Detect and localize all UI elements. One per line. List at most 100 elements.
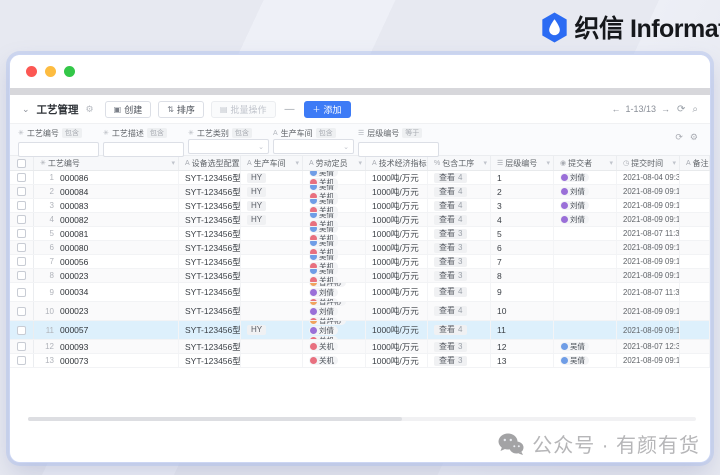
table-row[interactable]: 4000082 SYT-123456型车床 HY 吴倩关机 1000吨/万元 查… xyxy=(10,213,710,227)
cell-note[interactable] xyxy=(680,227,710,240)
cell-indicator[interactable]: 1000吨/万元 xyxy=(366,302,428,320)
cell-submitter[interactable] xyxy=(554,227,617,240)
filter-operator-badge[interactable]: 包含 xyxy=(231,128,252,138)
cell-device-config[interactable]: SYT-123456型车床 xyxy=(179,321,241,339)
cell-staff[interactable]: 曾烨彬刘倩关机 xyxy=(303,321,366,339)
cell-submit-time[interactable]: 2021-08-09 09:15:38 xyxy=(617,213,680,226)
row-checkbox[interactable] xyxy=(17,173,26,182)
column-header-submitter[interactable]: ◉ 提交者 ▾ xyxy=(554,156,617,170)
cell-submitter[interactable]: 刘倩 xyxy=(554,199,617,212)
row-checkbox[interactable] xyxy=(17,356,26,365)
column-menu-icon[interactable]: ▾ xyxy=(672,159,676,167)
select-all-checkbox[interactable] xyxy=(17,158,26,168)
cell-level[interactable]: 4 xyxy=(491,213,554,226)
view-procedures-button[interactable]: 查看 3 xyxy=(434,341,468,352)
cell-staff[interactable]: 吴倩 关机 xyxy=(303,171,366,184)
cell-level[interactable]: 3 xyxy=(491,199,554,212)
cell-level[interactable]: 12 xyxy=(491,340,554,353)
view-procedures-button[interactable]: 查看 3 xyxy=(434,242,468,253)
add-record-button[interactable]: ＋ 添加 xyxy=(303,100,351,118)
create-button[interactable]: ▣ 创建 xyxy=(104,100,152,118)
view-procedures-button[interactable]: 查看 4 xyxy=(434,214,468,225)
cell-procedures[interactable]: 查看 4 xyxy=(428,321,491,339)
cell-note[interactable] xyxy=(680,340,710,353)
view-settings-icon[interactable]: ⚙ xyxy=(86,104,94,115)
view-procedures-button[interactable]: 查看 4 xyxy=(434,200,468,211)
column-header-procedures[interactable]: % 包含工序 ▾ xyxy=(428,156,491,170)
cell-workshop[interactable]: HY xyxy=(241,185,303,198)
cell-device-config[interactable]: SYT-123456型车床 xyxy=(179,171,241,184)
cell-submitter[interactable]: 吴倩 xyxy=(554,340,617,353)
column-header-note[interactable]: A 备注 xyxy=(680,156,710,170)
scrollbar-thumb[interactable] xyxy=(28,417,403,421)
view-procedures-button[interactable]: 查看 3 xyxy=(434,270,468,281)
cell-procedures[interactable]: 查看 3 xyxy=(428,241,491,254)
collapse-view-icon[interactable]: ⌄ xyxy=(22,104,30,115)
cell-process-code[interactable]: 13 000073 xyxy=(34,354,179,367)
cell-submitter[interactable] xyxy=(554,255,617,268)
cell-level[interactable]: 1 xyxy=(491,171,554,184)
cell-submit-time[interactable]: 2021-08-04 09:32:15 xyxy=(617,171,680,184)
minimize-window-button[interactable] xyxy=(45,66,56,77)
cell-submit-time[interactable]: 2021-08-09 09:15:53 xyxy=(617,199,680,212)
cell-level[interactable]: 10 xyxy=(491,302,554,320)
cell-submitter[interactable] xyxy=(554,283,617,301)
refresh-icon[interactable]: ⟳ xyxy=(677,104,685,115)
sort-button[interactable]: ⇅ 排序 xyxy=(158,100,204,118)
cell-process-code[interactable]: 4 000082 xyxy=(34,213,179,226)
cell-submit-time[interactable]: 2021-08-09 09:15:38 xyxy=(617,321,680,339)
cell-process-code[interactable]: 11 000057 xyxy=(34,321,179,339)
cell-level[interactable]: 2 xyxy=(491,185,554,198)
cell-submitter[interactable] xyxy=(554,302,617,320)
filter-operator-badge[interactable]: 包含 xyxy=(146,128,167,138)
cell-indicator[interactable]: 1000吨/万元 xyxy=(366,185,428,198)
table-row[interactable]: 11000057 SYT-123456型车床 HY 曾烨彬刘倩关机 1000吨/… xyxy=(10,321,710,340)
search-icon[interactable]: ⌕ xyxy=(692,104,698,115)
view-procedures-button[interactable]: 查看 3 xyxy=(434,228,468,239)
view-procedures-button[interactable]: 查看 4 xyxy=(434,186,468,197)
cell-procedures[interactable]: 查看 4 xyxy=(428,302,491,320)
cell-procedures[interactable]: 查看 3 xyxy=(428,227,491,240)
cell-process-code[interactable]: 3 000083 xyxy=(34,199,179,212)
cell-note[interactable] xyxy=(680,269,710,282)
cell-note[interactable] xyxy=(680,302,710,320)
cell-submit-time[interactable]: 2021-08-09 09:15:54 xyxy=(617,302,680,320)
filter-settings-icon[interactable]: ⚙ xyxy=(690,132,698,143)
table-row[interactable]: 2000084 SYT-123456型车床 HY 吴倩关机 1000吨/万元 查… xyxy=(10,185,710,199)
row-checkbox[interactable] xyxy=(17,342,26,351)
cell-level[interactable]: 5 xyxy=(491,227,554,240)
column-menu-icon[interactable]: ▾ xyxy=(483,159,487,167)
cell-submitter[interactable] xyxy=(554,269,617,282)
cell-submit-time[interactable]: 2021-08-09 09:15:38 xyxy=(617,269,680,282)
cell-submit-time[interactable]: 2021-08-09 09:15:54 xyxy=(617,241,680,254)
filter-workshop-select[interactable]: ⌄ xyxy=(273,139,354,154)
cell-note[interactable] xyxy=(680,199,710,212)
row-checkbox[interactable] xyxy=(17,187,26,196)
column-header-level[interactable]: ☰ 层级编号 ▾ xyxy=(491,156,554,170)
cell-staff[interactable]: 吴倩 关机 xyxy=(303,213,366,226)
table-row[interactable]: 10000023 SYT-123456型车床 曾烨彬刘倩关机 1000吨/万元 … xyxy=(10,302,710,321)
table-row[interactable]: 5000081 SYT-123456型车床 吴倩关机 1000吨/万元 查看3 … xyxy=(10,227,710,241)
batch-actions-button[interactable]: ▤ 批量操作 xyxy=(210,100,276,118)
row-checkbox[interactable] xyxy=(17,271,26,280)
cell-indicator[interactable]: 1000吨/万元 xyxy=(366,321,428,339)
cell-workshop[interactable] xyxy=(241,255,303,268)
cell-note[interactable] xyxy=(680,283,710,301)
row-checkbox[interactable] xyxy=(17,287,26,297)
next-page-icon[interactable]: → xyxy=(661,104,670,114)
filter-process-desc-input[interactable] xyxy=(103,142,184,157)
table-row[interactable]: 6000080 SYT-123456型车床 吴倩关机 1000吨/万元 查看3 … xyxy=(10,241,710,255)
filter-operator-badge[interactable]: 包含 xyxy=(61,128,82,138)
cell-note[interactable] xyxy=(680,185,710,198)
cell-level[interactable]: 7 xyxy=(491,255,554,268)
table-row[interactable]: 3000083 SYT-123456型车床 HY 吴倩关机 1000吨/万元 查… xyxy=(10,199,710,213)
cell-process-code[interactable]: 7 000056 xyxy=(34,255,179,268)
cell-submit-time[interactable]: 2021-08-07 11:32:18 xyxy=(617,227,680,240)
table-row[interactable]: 8000023 SYT-123456型车床 吴倩关机 1000吨/万元 查看3 … xyxy=(10,269,710,283)
cell-level[interactable]: 8 xyxy=(491,269,554,282)
filter-operator-badge[interactable]: 包含 xyxy=(315,128,336,138)
cell-submit-time[interactable]: 2021-08-09 09:15:53 xyxy=(617,185,680,198)
cell-submit-time[interactable]: 2021-08-07 12:31:10 xyxy=(617,340,680,353)
row-checkbox[interactable] xyxy=(17,229,26,238)
cell-level[interactable]: 13 xyxy=(491,354,554,367)
